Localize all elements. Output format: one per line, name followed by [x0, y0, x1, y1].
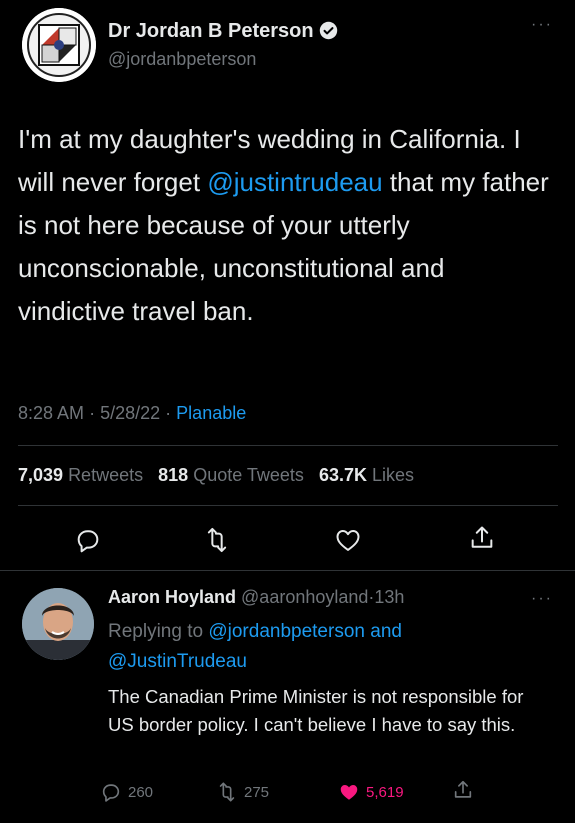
share-icon[interactable]	[468, 524, 496, 552]
divider	[18, 505, 558, 506]
reply-replies-count: 260	[128, 784, 154, 801]
likes-count: 63.7K	[318, 465, 367, 485]
retweets-count: 7,039	[18, 465, 64, 485]
likes-stat[interactable]: 63.7K Likes	[319, 465, 414, 485]
tweet-text: I'm at my daughter's wedding in Californ…	[18, 118, 558, 333]
retweets-label: Retweets	[68, 465, 144, 485]
tweet-meta: 8:28 AM · 5/28/22 · Planable	[18, 403, 246, 424]
divider	[18, 445, 558, 446]
reply-more-options-icon[interactable]: ···	[531, 590, 553, 608]
more-options-icon[interactable]: ···	[531, 16, 553, 34]
divider	[0, 570, 575, 571]
replying-to: Replying to @jordanbpeterson and @JustinT…	[108, 617, 528, 677]
reply-retweets-count: 275	[244, 784, 270, 801]
reply-header: Aaron Hoyland @aaronhoyland·13h	[108, 587, 404, 608]
author-name[interactable]: Dr Jordan B Peterson	[108, 20, 338, 43]
author-avatar[interactable]	[22, 8, 96, 82]
quotes-stat[interactable]: 818 Quote Tweets	[158, 465, 304, 485]
reply-likes-count: 5,619	[366, 784, 404, 801]
reply-share-icon[interactable]	[452, 779, 474, 801]
replying-to-link-1[interactable]: @jordanbpeterson	[208, 621, 365, 642]
tweet-source-link[interactable]: Planable	[176, 403, 246, 423]
reply-avatar-image	[22, 588, 94, 660]
replying-prefix: Replying to	[108, 621, 209, 642]
meta-separator: ·	[89, 403, 96, 423]
author-avatar-image	[22, 8, 96, 82]
author-handle[interactable]: @jordanbpeterson	[108, 49, 256, 70]
meta-separator: ·	[165, 403, 172, 423]
reply-author-name[interactable]: Aaron Hoyland	[108, 587, 236, 607]
retweet-icon[interactable]	[203, 526, 231, 554]
tweet-time[interactable]: 8:28 AM	[18, 403, 84, 423]
author-name-text[interactable]: Dr Jordan B Peterson	[108, 20, 314, 42]
reply-author-handle[interactable]: @aaronhoyland	[241, 587, 368, 607]
tweet-date[interactable]: 5/28/22	[100, 403, 160, 423]
reply-age[interactable]: 13h	[374, 587, 404, 607]
liked-heart-icon	[340, 784, 358, 800]
like-icon[interactable]	[334, 526, 362, 554]
reply-like-action[interactable]: 5,619	[338, 781, 404, 803]
reply-author-avatar[interactable]	[22, 588, 94, 660]
replying-to-link-2[interactable]: @JustinTrudeau	[108, 651, 247, 672]
reply-text: The Canadian Prime Minister is not respo…	[108, 686, 524, 735]
likes-label: Likes	[372, 465, 415, 485]
quotes-count: 818	[158, 465, 189, 485]
mention-link[interactable]: @justintrudeau	[207, 167, 382, 197]
tweet-stats: 7,039 Retweets 818 Quote Tweets 63.7K Li…	[18, 465, 414, 486]
reply-icon[interactable]	[74, 526, 102, 554]
verified-badge-icon	[319, 21, 337, 40]
retweets-stat[interactable]: 7,039 Retweets	[18, 465, 143, 485]
quotes-label: Quote Tweets	[193, 465, 304, 485]
retweet-icon	[219, 782, 235, 802]
reply-icon	[102, 784, 120, 802]
reply-retweet-action[interactable]: 275	[216, 781, 269, 803]
reply-reply-action[interactable]: 260	[100, 781, 153, 803]
replying-and: and	[364, 621, 402, 642]
